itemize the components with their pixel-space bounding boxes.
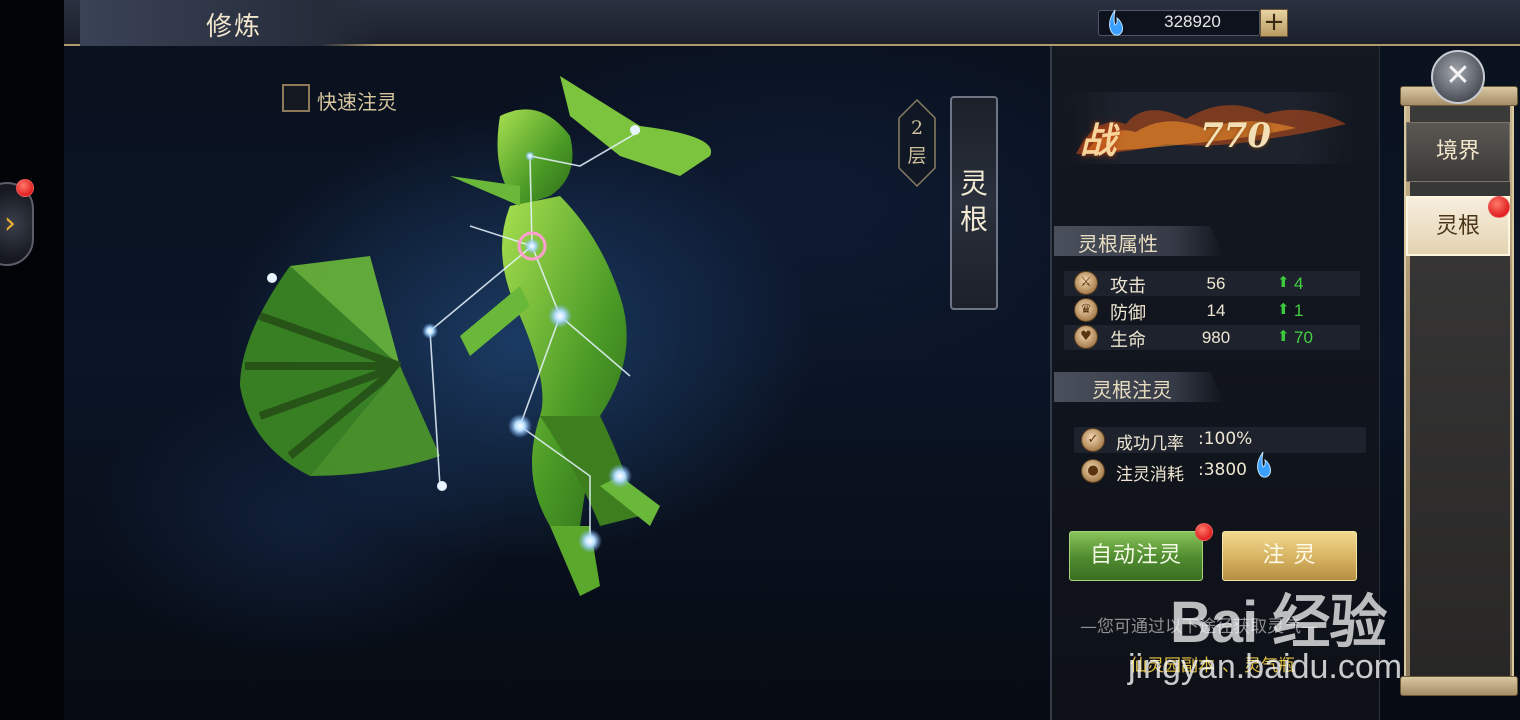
layer-unit: 层 bbox=[907, 145, 927, 167]
spirit-flame-icon bbox=[1109, 9, 1123, 36]
sword-icon: ⚔ bbox=[1074, 271, 1098, 295]
stat-value: 14 bbox=[1206, 301, 1226, 320]
stat-value: 980 bbox=[1201, 328, 1231, 347]
watermark-logo: Bai 经验 bbox=[1170, 590, 1387, 655]
attributes-title: 灵根属性 bbox=[1078, 232, 1158, 256]
up-arrow-icon: ⬆ bbox=[1277, 300, 1290, 318]
spirit-flame-icon bbox=[1257, 451, 1271, 478]
success-rate-value: :100% bbox=[1198, 429, 1253, 449]
tab-strip-inner bbox=[1410, 104, 1510, 680]
fan-shape bbox=[240, 256, 440, 476]
watermark-url: jingyan.baidu.com bbox=[1128, 648, 1403, 686]
layer-text: 2 层 bbox=[897, 114, 937, 170]
pouch-icon: ● bbox=[1081, 459, 1105, 483]
quick-infuse-checkbox[interactable] bbox=[282, 84, 310, 112]
add-currency-button[interactable]: + bbox=[1260, 9, 1288, 37]
stat-bonus: 70 bbox=[1294, 328, 1313, 347]
close-icon[interactable]: ✕ bbox=[1431, 50, 1485, 104]
infuse-button[interactable]: 注 灵 bbox=[1222, 531, 1357, 581]
up-arrow-icon: ⬆ bbox=[1277, 273, 1290, 291]
page-title: 修炼 bbox=[206, 12, 263, 42]
layer-number: 2 bbox=[910, 117, 924, 139]
up-arrow-icon: ⬆ bbox=[1277, 327, 1290, 345]
notification-dot bbox=[16, 179, 34, 197]
auto-infuse-button[interactable]: 自动注灵 bbox=[1069, 531, 1203, 581]
infuse-cost-label: 注灵消耗 bbox=[1116, 465, 1184, 485]
stat-value: 56 bbox=[1206, 274, 1226, 293]
combat-power-char: 战 bbox=[1080, 120, 1117, 162]
left-edge bbox=[0, 0, 64, 720]
currency-value: 328920 bbox=[1164, 12, 1221, 31]
dancer-body bbox=[450, 76, 712, 596]
stat-name: 攻击 bbox=[1110, 276, 1146, 297]
stat-bonus: 1 bbox=[1294, 301, 1304, 320]
notification-dot bbox=[1488, 196, 1510, 218]
combat-power-value: 770 bbox=[1200, 116, 1271, 156]
check-icon: ✓ bbox=[1081, 428, 1105, 452]
chevron-right-icon[interactable]: › bbox=[4, 206, 16, 241]
infusion-title: 灵根注灵 bbox=[1092, 378, 1172, 402]
tab-realm[interactable]: 境界 bbox=[1406, 122, 1510, 182]
shield-icon: ♛ bbox=[1074, 298, 1098, 322]
quick-infuse-label: 快速注灵 bbox=[317, 90, 397, 114]
heart-icon: ♥ bbox=[1074, 325, 1098, 349]
scroll-ornament-bottom bbox=[1400, 676, 1518, 696]
stat-name: 防御 bbox=[1110, 303, 1146, 324]
notification-dot bbox=[1195, 523, 1213, 541]
success-rate-label: 成功几率 bbox=[1116, 434, 1184, 454]
infuse-cost-value: :3800 bbox=[1198, 460, 1247, 480]
spirit-root-banner-label: 灵根 bbox=[959, 167, 988, 236]
stat-name: 生命 bbox=[1110, 330, 1146, 351]
constellation-figure bbox=[240, 76, 712, 596]
stat-bonus: 4 bbox=[1294, 274, 1304, 293]
